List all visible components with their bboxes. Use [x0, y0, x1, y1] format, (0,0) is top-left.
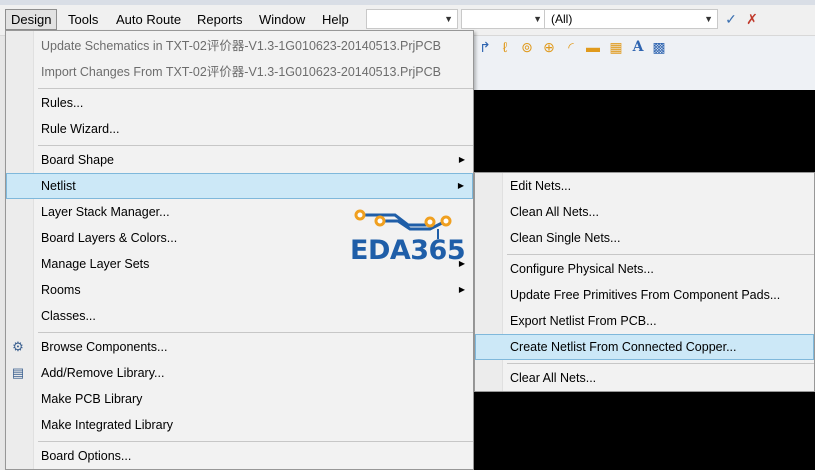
filter-combo-2[interactable]: ▼ [461, 9, 547, 29]
menu-separator [38, 88, 473, 89]
menu-separator [507, 363, 814, 364]
menu-item-label: Board Layers & Colors... [41, 231, 178, 245]
place-fill-icon[interactable]: ▬ [584, 38, 602, 56]
submenu-item-clear-all-nets[interactable]: Clear All Nets... [475, 365, 814, 391]
menu-tools[interactable]: Tools [63, 9, 103, 30]
filter-combo-1[interactable]: ▼ [366, 9, 458, 29]
menu-item-label: Browse Components... [41, 340, 168, 354]
submenu-item-label: Edit Nets... [510, 179, 572, 193]
submenu-arrow-icon: ▶ [458, 155, 465, 164]
submenu-item-configure-physical-nets[interactable]: Configure Physical Nets... [475, 256, 814, 282]
netlist-submenu: Edit Nets... Clean All Nets... Clean Sin… [474, 172, 815, 392]
menu-separator [38, 441, 473, 442]
menu-item-label: Make PCB Library [41, 392, 143, 406]
apply-filter-icon[interactable]: ✓ [722, 10, 740, 28]
chevron-down-icon: ▼ [704, 14, 713, 24]
submenu-item-update-free-primitives[interactable]: Update Free Primitives From Component Pa… [475, 282, 814, 308]
menu-item-make-integrated-library[interactable]: Make Integrated Library [6, 412, 473, 438]
browse-components-icon: ⚙ [12, 339, 24, 354]
menu-item-label: Board Shape [41, 153, 114, 167]
place-polygon-icon[interactable]: ▦ [607, 38, 625, 56]
menu-auto-route[interactable]: Auto Route [111, 9, 186, 30]
submenu-item-clean-single-nets[interactable]: Clean Single Nets... [475, 225, 814, 251]
chevron-down-icon: ▼ [533, 14, 542, 24]
title-strip [0, 0, 815, 5]
menu-separator [507, 254, 814, 255]
menu-item-label: Update Schematics in TXT-02评价器-V1.3-1G01… [41, 39, 441, 53]
menu-item-label: Manage Layer Sets [41, 257, 150, 271]
menu-separator [38, 332, 473, 333]
menu-item-netlist[interactable]: Netlist ▶ [6, 173, 473, 199]
pcb-canvas[interactable] [474, 90, 815, 172]
placement-toolbar: ↱ ℓ ⊚ ⊕ ◜ ▬ ▦ A ▩ [474, 36, 815, 90]
menu-item-update-schematics[interactable]: Update Schematics in TXT-02评价器-V1.3-1G01… [6, 33, 473, 59]
menu-separator [38, 145, 473, 146]
place-pad-icon[interactable]: ⊕ [540, 38, 558, 56]
interactive-routing-icon[interactable]: ↱ [476, 38, 494, 56]
menu-item-make-pcb-library[interactable]: Make PCB Library [6, 386, 473, 412]
component-grid-icon[interactable]: ▩ [650, 38, 668, 56]
menu-window[interactable]: Window [254, 9, 310, 30]
submenu-item-export-netlist[interactable]: Export Netlist From PCB... [475, 308, 814, 334]
menu-item-board-shape[interactable]: Board Shape ▶ [6, 147, 473, 173]
menu-item-import-changes[interactable]: Import Changes From TXT-02评价器-V1.3-1G010… [6, 59, 473, 85]
menu-item-rule-wizard[interactable]: Rule Wizard... [6, 116, 473, 142]
submenu-item-label: Create Netlist From Connected Copper... [510, 340, 737, 354]
logo-wordmark: EDA365 [350, 235, 466, 266]
place-arc-icon[interactable]: ◜ [562, 38, 580, 56]
submenu-item-create-netlist-from-copper[interactable]: Create Netlist From Connected Copper... [475, 334, 814, 360]
submenu-item-label: Clear All Nets... [510, 371, 597, 385]
filter-combo-3[interactable]: (All) ▼ [544, 9, 718, 29]
menu-item-label: Rule Wizard... [41, 122, 120, 136]
submenu-item-edit-nets[interactable]: Edit Nets... [475, 173, 814, 199]
combo-3-value: (All) [551, 12, 573, 26]
menu-reports[interactable]: Reports [192, 9, 248, 30]
place-via-icon[interactable]: ⊚ [518, 38, 536, 56]
menu-item-label: Import Changes From TXT-02评价器-V1.3-1G010… [41, 65, 441, 79]
menu-item-label: Netlist [41, 179, 76, 193]
submenu-arrow-icon: ▶ [458, 285, 465, 294]
submenu-item-label: Export Netlist From PCB... [510, 314, 657, 328]
menu-design[interactable]: Design [5, 9, 58, 30]
library-book-icon: ▤ [11, 365, 25, 380]
menu-item-label: Layer Stack Manager... [41, 205, 170, 219]
menu-item-label: Make Integrated Library [41, 418, 174, 432]
submenu-item-label: Clean All Nets... [510, 205, 599, 219]
submenu-item-label: Update Free Primitives From Component Pa… [510, 288, 781, 302]
menu-item-label: Rules... [41, 96, 84, 110]
menu-item-add-remove-library[interactable]: ▤ Add/Remove Library... [6, 360, 473, 386]
chevron-down-icon: ▼ [444, 14, 453, 24]
menu-item-label: Add/Remove Library... [41, 366, 165, 380]
menu-item-rooms[interactable]: Rooms ▶ [6, 277, 473, 303]
menu-item-browse-components[interactable]: ⚙ Browse Components... [6, 334, 473, 360]
submenu-item-clean-all-nets[interactable]: Clean All Nets... [475, 199, 814, 225]
menu-item-label: Classes... [41, 309, 96, 323]
menu-item-rules[interactable]: Rules... [6, 90, 473, 116]
menu-help[interactable]: Help [317, 9, 354, 30]
clear-filter-icon[interactable]: ✗ [743, 10, 761, 28]
place-string-icon[interactable]: A [629, 38, 647, 56]
submenu-item-label: Clean Single Nets... [510, 231, 621, 245]
menu-item-board-options[interactable]: Board Options... [6, 443, 473, 469]
eda365-logo: EDA365 [350, 205, 466, 267]
diff-pair-icon[interactable]: ℓ [496, 38, 514, 56]
menu-item-classes[interactable]: Classes... [6, 303, 473, 329]
menu-item-label: Board Options... [41, 449, 132, 463]
submenu-arrow-icon: ▶ [457, 181, 464, 190]
menu-item-label: Rooms [41, 283, 81, 297]
pcb-canvas-lower[interactable] [474, 392, 815, 470]
submenu-item-label: Configure Physical Nets... [510, 262, 654, 276]
